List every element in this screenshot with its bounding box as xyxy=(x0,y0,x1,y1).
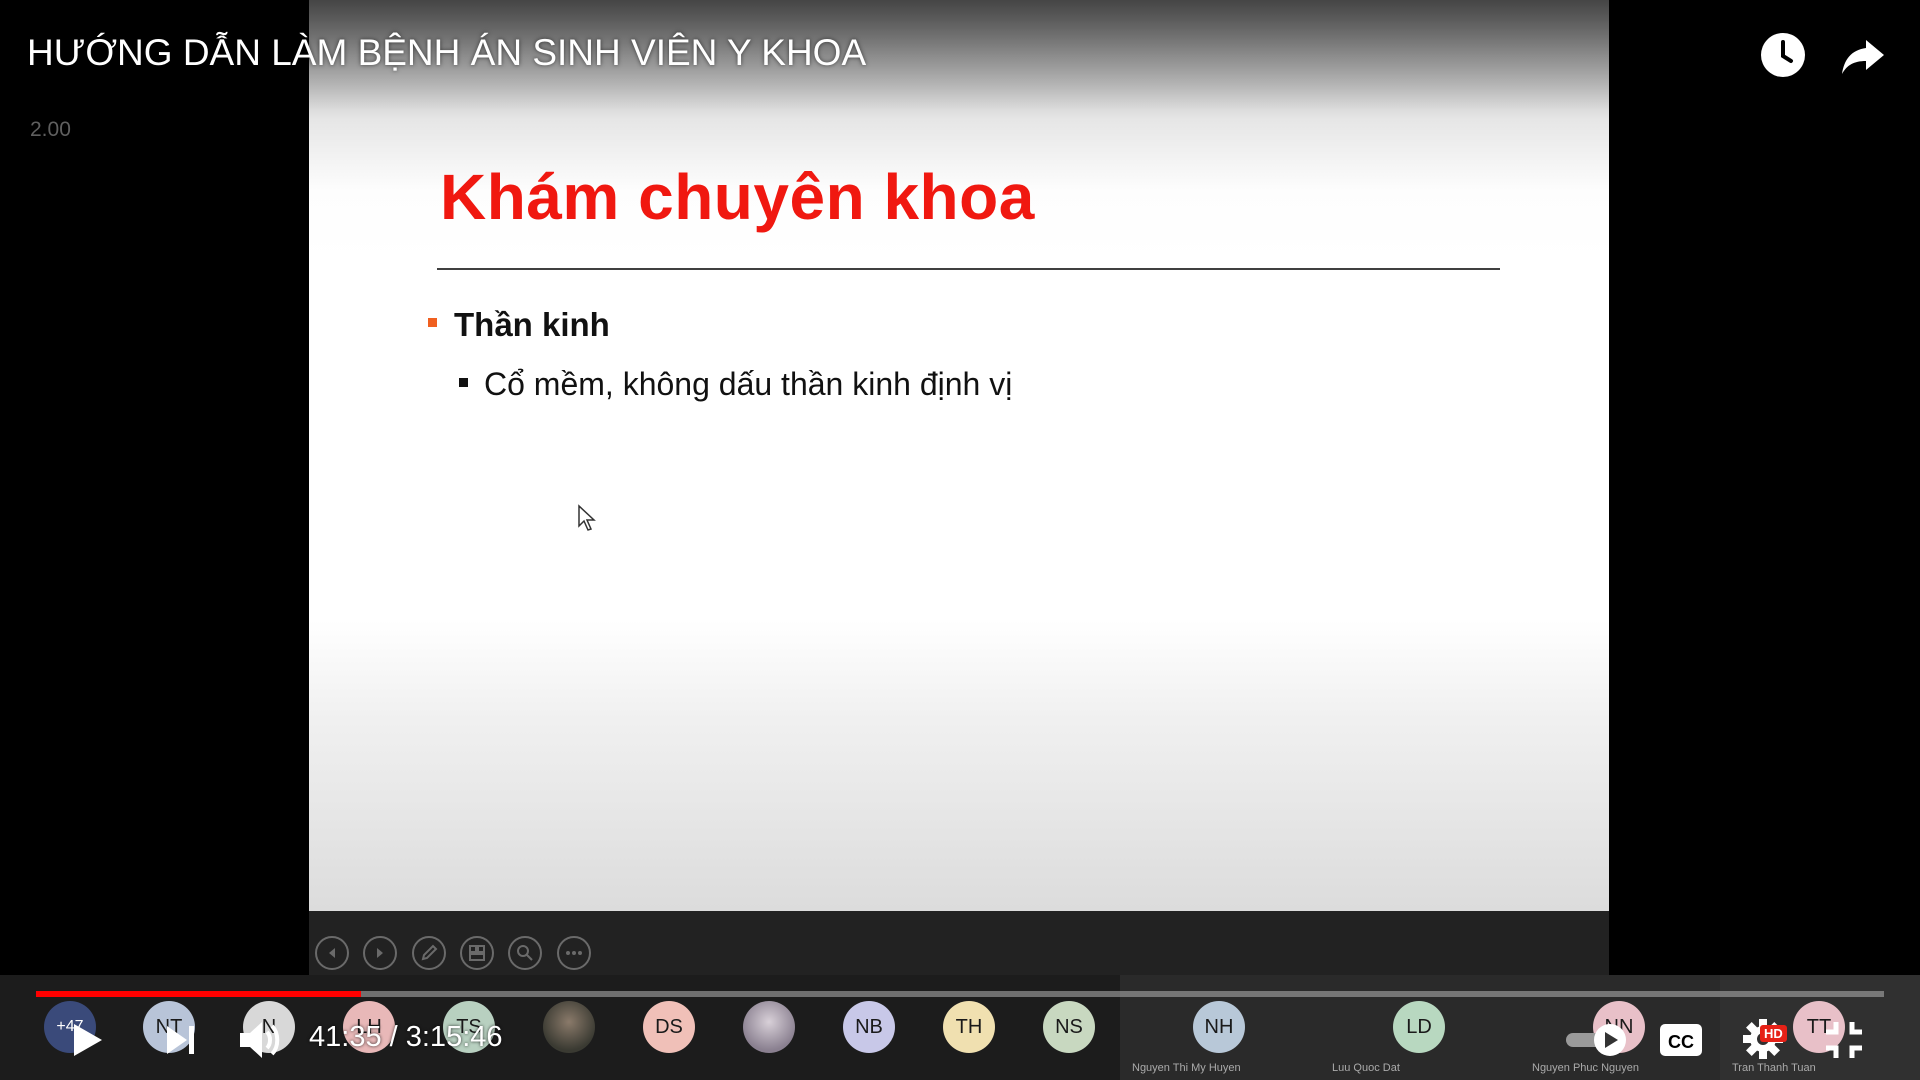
orange-bullet-icon xyxy=(428,317,437,327)
time-display: 41:35 / 3:15:46 xyxy=(309,1021,503,1054)
current-time: 41:35 xyxy=(309,1021,382,1053)
share-arrow-icon[interactable] xyxy=(1838,30,1888,80)
participant-avatar[interactable]: TH xyxy=(943,1001,995,1053)
volume-icon[interactable] xyxy=(236,1016,284,1064)
video-title-bar: HƯỚNG DẪN LÀM BỆNH ÁN SINH VIÊN Y KHOA xyxy=(0,0,1920,110)
participant-name: Luu Quoc Dat xyxy=(1332,1062,1400,1074)
participant-photo-avatar[interactable] xyxy=(743,1001,795,1053)
more-options-icon[interactable] xyxy=(557,936,591,970)
bullet-level1-text: Thần kinh xyxy=(454,306,610,343)
slide-bullet-level2: Cổ mềm, không dấu thần kinh định vị xyxy=(459,366,1012,403)
play-icon[interactable] xyxy=(64,1018,108,1062)
prev-slide-icon[interactable] xyxy=(315,936,349,970)
participant-avatar[interactable]: DS xyxy=(643,1001,695,1053)
duration: 3:15:46 xyxy=(405,1021,503,1053)
svg-text:CC: CC xyxy=(1668,1032,1694,1052)
zoom-icon[interactable] xyxy=(508,936,542,970)
slide-bullet-level1: Thần kinh xyxy=(428,306,610,344)
pen-icon[interactable] xyxy=(412,936,446,970)
right-letterbox xyxy=(1609,0,1920,975)
mouse-cursor-icon xyxy=(578,504,596,531)
video-title[interactable]: HƯỚNG DẪN LÀM BỆNH ÁN SINH VIÊN Y KHOA xyxy=(27,32,866,74)
bullet-level2-text: Cổ mềm, không dấu thần kinh định vị xyxy=(484,366,1013,402)
participant-avatar[interactable]: NS xyxy=(1043,1001,1095,1053)
next-icon[interactable] xyxy=(161,1020,201,1060)
slideshow-toolbar xyxy=(309,911,1609,975)
time-separator: / xyxy=(381,1021,406,1053)
slide-divider xyxy=(437,268,1500,270)
participant-name: Tran Thanh Tuan xyxy=(1732,1062,1816,1074)
participant-name: Nguyen Thi My Huyen xyxy=(1132,1062,1241,1074)
playback-speed-label: 2.00 xyxy=(30,118,71,141)
progress-bar-played xyxy=(36,991,362,997)
square-bullet-icon xyxy=(459,378,468,388)
participant-name: Nguyen Phuc Nguyen xyxy=(1532,1062,1640,1074)
see-all-slides-icon[interactable] xyxy=(460,936,494,970)
slide-title: Khám chuyên khoa xyxy=(440,161,1035,233)
hd-badge: HD xyxy=(1760,1025,1787,1042)
clock-icon[interactable] xyxy=(1758,30,1808,80)
cc-icon[interactable]: CC xyxy=(1658,1020,1704,1060)
participant-avatar[interactable]: NB xyxy=(843,1001,895,1053)
presentation-slide: Khám chuyên khoa Thần kinh Cổ mềm, không… xyxy=(309,0,1609,911)
participant-avatar[interactable]: NH xyxy=(1193,1001,1245,1053)
left-letterbox: 2.00 xyxy=(0,0,309,975)
participant-photo-avatar[interactable] xyxy=(543,1001,595,1053)
participant-avatar[interactable]: LD xyxy=(1393,1001,1445,1053)
next-slide-icon[interactable] xyxy=(363,936,397,970)
exit-fullscreen-icon[interactable] xyxy=(1822,1018,1866,1062)
autoplay-toggle-icon[interactable] xyxy=(1562,1022,1630,1058)
progress-bar[interactable] xyxy=(36,991,1884,997)
